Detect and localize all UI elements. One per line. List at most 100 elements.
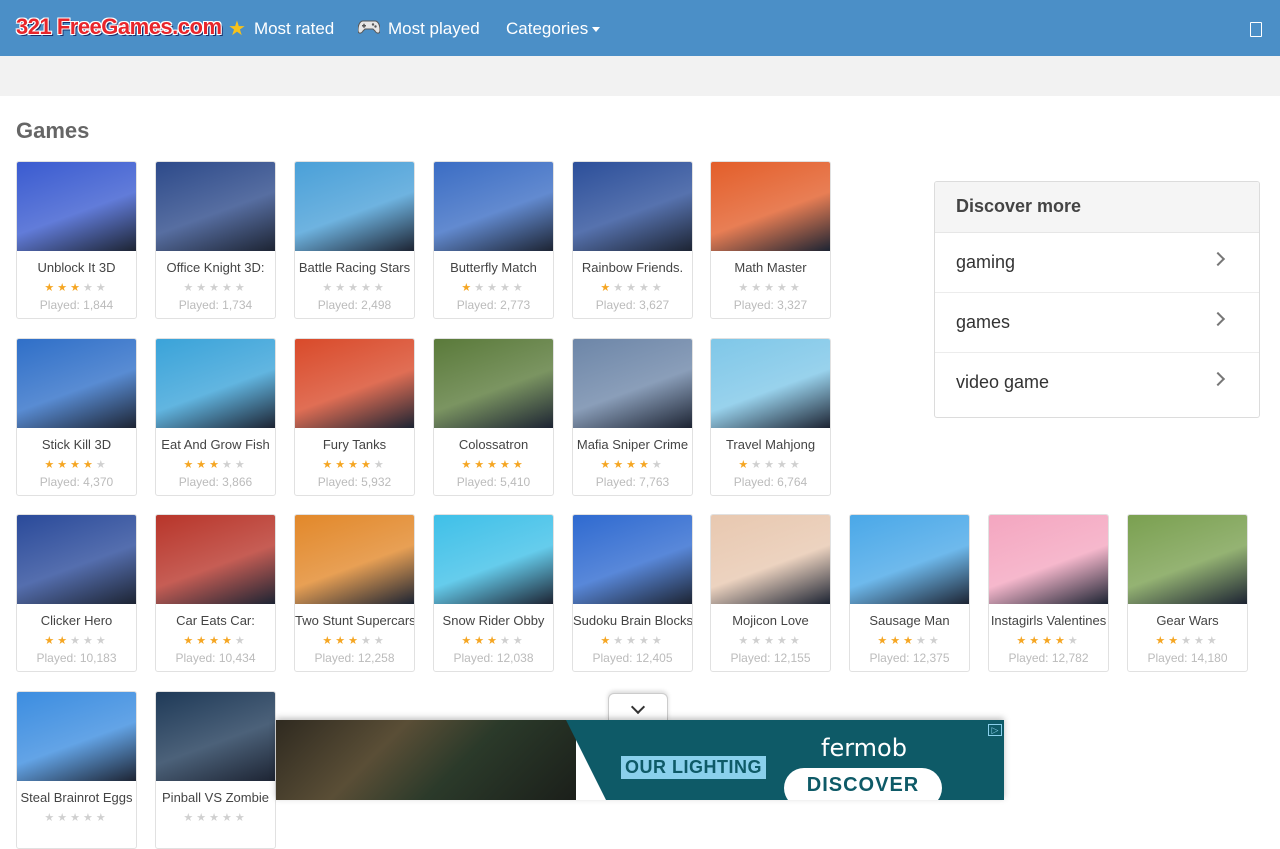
game-card[interactable]: Gear Wars ★★★★★ Played: 14,180 — [1127, 514, 1248, 672]
game-title[interactable]: Colossatron — [434, 437, 553, 452]
game-thumbnail[interactable] — [17, 339, 136, 428]
game-card[interactable]: Sudoku Brain Blocks ★★★★★ Played: 12,405 — [572, 514, 693, 672]
game-title[interactable]: Rainbow Friends. — [573, 260, 692, 275]
game-thumbnail[interactable] — [573, 515, 692, 604]
game-thumbnail[interactable] — [711, 162, 830, 251]
star-icon: ★ — [70, 635, 83, 647]
discover-item-video-game[interactable]: video game — [935, 353, 1259, 413]
game-card[interactable]: Two Stunt Supercars ★★★★★ Played: 12,258 — [294, 514, 415, 672]
star-icon: ★ — [70, 282, 83, 294]
game-title[interactable]: Fury Tanks — [295, 437, 414, 452]
game-title[interactable]: Mojicon Love — [711, 613, 830, 628]
game-title[interactable]: Eat And Grow Fish — [156, 437, 275, 452]
star-icon: ★ — [487, 459, 500, 471]
game-card[interactable]: Travel Mahjong ★★★★★ Played: 6,764 — [710, 338, 831, 496]
game-card[interactable]: Eat And Grow Fish ★★★★★ Played: 3,866 — [155, 338, 276, 496]
discover-item-gaming[interactable]: gaming — [935, 233, 1259, 293]
game-title[interactable]: Gear Wars — [1128, 613, 1247, 628]
star-icon: ★ — [95, 812, 109, 824]
game-title[interactable]: Butterfly Match — [434, 260, 553, 275]
played-count: Played: 7,763 — [595, 475, 670, 489]
game-card[interactable]: Sausage Man ★★★★★ Played: 12,375 — [849, 514, 970, 672]
star-icon: ★ — [70, 459, 83, 471]
star-icon: ★ — [209, 459, 222, 471]
game-title[interactable]: Two Stunt Supercars — [295, 613, 414, 628]
game-title[interactable]: Clicker Hero — [17, 613, 136, 628]
played-count: Played: 12,155 — [730, 651, 811, 665]
game-card[interactable]: Colossatron ★★★★★ Played: 5,410 — [433, 338, 554, 496]
game-card[interactable]: Stick Kill 3D ★★★★★ Played: 4,370 — [16, 338, 137, 496]
game-title[interactable]: Battle Racing Stars — [295, 260, 414, 275]
game-thumbnail[interactable] — [295, 162, 414, 251]
game-title[interactable]: Sudoku Brain Blocks — [573, 613, 692, 628]
game-thumbnail[interactable] — [156, 515, 275, 604]
nav-most-played[interactable]: Most played — [357, 17, 480, 41]
game-card[interactable]: Rainbow Friends. ★★★★★ Played: 3,627 — [572, 161, 693, 319]
ad-discover-button[interactable]: DISCOVER — [784, 768, 942, 800]
game-card[interactable]: Fury Tanks ★★★★★ Played: 5,932 — [294, 338, 415, 496]
star-icon: ★ — [209, 282, 222, 294]
game-thumbnail[interactable] — [711, 515, 830, 604]
star-icon: ★ — [928, 635, 942, 647]
game-thumbnail[interactable] — [156, 162, 275, 251]
nav-categories-dropdown[interactable]: Categories — [506, 17, 601, 41]
game-thumbnail[interactable] — [156, 339, 275, 428]
game-title[interactable]: Snow Rider Obby — [434, 613, 553, 628]
game-thumbnail[interactable] — [711, 339, 830, 428]
game-title[interactable]: Travel Mahjong — [711, 437, 830, 452]
game-thumbnail[interactable] — [17, 515, 136, 604]
game-title[interactable]: Unblock It 3D — [17, 260, 136, 275]
game-thumbnail[interactable] — [17, 692, 136, 781]
game-card[interactable]: Steal Brainrot Eggs ★★★★★ — [16, 691, 137, 849]
advertisement-banner[interactable]: OUR LIGHTING fermob DISCOVER ▷ — [276, 720, 1004, 800]
star-icon: ★ — [57, 459, 71, 471]
game-title[interactable]: Sausage Man — [850, 613, 969, 628]
game-title[interactable]: Car Eats Car: — [156, 613, 275, 628]
game-title[interactable]: Math Master — [711, 260, 830, 275]
game-card[interactable]: Battle Racing Stars ★★★★★ Played: 2,498 — [294, 161, 415, 319]
star-icon: ★ — [764, 282, 777, 294]
star-icon: ★ — [512, 282, 526, 294]
game-thumbnail[interactable] — [1128, 515, 1247, 604]
game-card[interactable]: Mojicon Love ★★★★★ Played: 12,155 — [710, 514, 831, 672]
star-icon: ★ — [915, 635, 929, 647]
star-icon: ★ — [221, 635, 235, 647]
game-card[interactable]: Mafia Sniper Crime ★★★★★ Played: 7,763 — [572, 338, 693, 496]
game-title[interactable]: Office Knight 3D: — [156, 260, 275, 275]
game-title[interactable]: Steal Brainrot Eggs — [17, 790, 136, 805]
game-card[interactable]: Unblock It 3D ★★★★★ Played: 1,844 — [16, 161, 137, 319]
game-card[interactable]: Butterfly Match ★★★★★ Played: 2,773 — [433, 161, 554, 319]
game-card[interactable]: Office Knight 3D: ★★★★★ Played: 1,734 — [155, 161, 276, 319]
game-thumbnail[interactable] — [17, 162, 136, 251]
game-card[interactable]: Car Eats Car: ★★★★★ Played: 10,434 — [155, 514, 276, 672]
game-card[interactable]: Snow Rider Obby ★★★★★ Played: 12,038 — [433, 514, 554, 672]
game-thumbnail[interactable] — [989, 515, 1108, 604]
menu-toggle-icon[interactable] — [1250, 22, 1262, 37]
site-logo[interactable]: 321 FreeGames.com — [16, 14, 222, 40]
game-card[interactable]: Math Master ★★★★★ Played: 3,327 — [710, 161, 831, 319]
game-card[interactable]: Instagirls Valentines ★★★★★ Played: 12,782 — [988, 514, 1109, 672]
ad-info-icon[interactable]: ▷ — [988, 724, 1002, 736]
game-thumbnail[interactable] — [156, 692, 275, 781]
game-card[interactable]: Pinball VS Zombie ★★★★★ — [155, 691, 276, 849]
ad-collapse-button[interactable] — [608, 693, 668, 721]
game-card[interactable]: Clicker Hero ★★★★★ Played: 10,183 — [16, 514, 137, 672]
star-icon: ★ — [234, 282, 248, 294]
game-thumbnail[interactable] — [295, 515, 414, 604]
discover-item-games[interactable]: games — [935, 293, 1259, 353]
rating-stars: ★★★★★ — [156, 636, 275, 647]
game-title[interactable]: Mafia Sniper Crime — [573, 437, 692, 452]
game-thumbnail[interactable] — [434, 515, 553, 604]
game-thumbnail[interactable] — [573, 162, 692, 251]
played-count: Played: 12,782 — [1008, 651, 1089, 665]
game-thumbnail[interactable] — [295, 339, 414, 428]
game-thumbnail[interactable] — [434, 162, 553, 251]
nav-most-rated[interactable]: ★ Most rated — [228, 17, 334, 41]
game-thumbnail[interactable] — [434, 339, 553, 428]
game-title[interactable]: Pinball VS Zombie — [156, 790, 275, 805]
game-thumbnail[interactable] — [850, 515, 969, 604]
game-thumbnail[interactable] — [573, 339, 692, 428]
game-title[interactable]: Stick Kill 3D — [17, 437, 136, 452]
game-title[interactable]: Instagirls Valentines — [989, 613, 1108, 628]
star-icon: ★ — [474, 635, 488, 647]
